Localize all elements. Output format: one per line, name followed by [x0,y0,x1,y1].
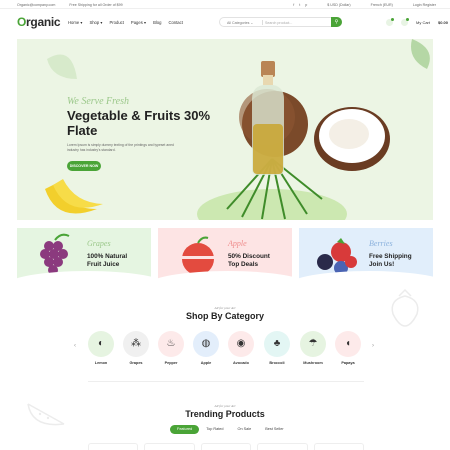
category-label: Apple [200,361,212,365]
promo-script: Apple [228,239,247,248]
facebook-icon[interactable]: f [293,3,294,7]
lemon-icon: ◐ [97,338,105,349]
pinterest-icon[interactable]: p [305,3,307,7]
main-nav: Home ▾ Shop ▾ Product Pages ▾ Blog Conta… [68,20,183,25]
category-label: Lemon [94,361,108,365]
promo-line1: 50% Discount [228,253,270,260]
apple-icon: ◍ [201,338,211,349]
trending-section-title: Trending Products [185,409,265,419]
trending-eyebrow: All for your Art [214,404,236,408]
tab-best-seller[interactable]: Best Seller [258,425,290,434]
promo-script: Grapes [87,239,111,248]
nav-home[interactable]: Home ▾ [68,20,82,25]
wishlist-icon[interactable] [386,18,394,26]
category-prev-arrow[interactable]: ‹ [74,343,76,349]
hero-banner: We Serve Fresh Vegetable & Fruits 30% Fl… [17,39,433,220]
category-item-mushroom[interactable]: ☂ Mushroom [299,331,327,365]
contact-email[interactable]: Organic@company.com [17,3,55,7]
hero-eyebrow: We Serve Fresh [67,96,130,107]
category-item-lemon[interactable]: ◐ Lemon [87,331,115,365]
broccoli-icon: ♣ [273,338,281,349]
category-label: Pepper [164,361,178,365]
promo-line1: Free Shipping [369,253,412,260]
category-label: Grapes [129,361,143,365]
nav-product[interactable]: Product [109,20,123,25]
cart-total: $0.00 [438,20,449,25]
product-card-row [88,443,365,450]
product-card[interactable] [88,443,139,450]
product-card[interactable] [144,443,195,450]
search-input[interactable]: Search product... [265,21,292,25]
tab-on-sale[interactable]: On Sale [231,425,259,434]
login-register-link[interactable]: Login Register [413,3,436,7]
search-divider [262,20,263,25]
discover-now-button[interactable]: DISCOVER NOW [67,161,101,171]
promo-card-apple[interactable]: Apple 50% Discount Top Deals [158,228,292,283]
category-select[interactable]: All Categories ⌄ [227,21,253,25]
papaya-icon: ◖ [344,338,352,349]
chevron-down-icon: ⌄ [250,20,254,25]
promo-line2: Join Us! [369,261,395,268]
search-bar: All Categories ⌄ Search product... ⚲ [219,17,342,27]
category-eyebrow: All for your Art [214,306,236,310]
tab-top-rated[interactable]: Top Rated [199,425,230,434]
header-actions: My Cart $0.00 [386,18,449,26]
top-bar: Organic@company.com Free Shipping for al… [0,0,450,9]
category-label: Broccoli [269,361,285,365]
category-label: Avocado [233,361,249,365]
mushroom-icon: ☂ [308,338,318,349]
shipping-notice: Free Shipping for all Order of $99 [69,2,123,7]
product-card[interactable] [200,443,252,450]
search-button[interactable]: ⚲ [331,17,342,27]
category-label: Papaya [341,361,355,365]
language-select[interactable]: French (EUR) [371,3,393,7]
category-item-papaya[interactable]: ◖ Papaya [334,331,362,365]
main-header: Organic Home ▾ Shop ▾ Product Pages ▾ Bl… [0,9,450,35]
promo-line2: Top Deals [228,261,259,268]
currency-select[interactable]: $ USD (Dollar) [327,3,350,7]
category-item-broccoli[interactable]: ♣ Broccoli [263,331,291,365]
search-icon: ⚲ [334,19,339,25]
promo-script: Berries [369,239,393,248]
category-item-avocado[interactable]: ◉ Avocado [227,331,255,365]
category-next-arrow[interactable]: › [372,343,374,349]
site-logo[interactable]: Organic [17,15,61,29]
category-item-pepper[interactable]: ♨ Pepper [157,331,185,365]
nav-blog[interactable]: Blog [153,20,161,25]
product-card[interactable] [313,443,365,450]
category-item-grapes[interactable]: ⁂ Grapes [122,331,150,365]
promo-line2: Fruit Juice [87,261,120,268]
cart-label[interactable]: My Cart [416,20,430,25]
twitter-icon[interactable]: t [299,3,300,7]
avocado-icon: ◉ [236,338,246,349]
grapes-icon: ⁂ [131,338,141,349]
pepper-icon: ♨ [166,338,176,349]
cart-icon[interactable] [401,18,409,26]
product-tabs: Featured Top Rated On Sale Best Seller [170,425,291,434]
section-divider [88,381,364,382]
social-links: f t p [293,3,307,7]
promo-card-grapes[interactable]: Grapes 100% Natural Fruit Juice [17,228,151,283]
category-section-title: Shop By Category [185,311,264,321]
nav-pages[interactable]: Pages ▾ [131,20,146,25]
hero-description: Lorem Ipsum is simply dummy texting of t… [67,143,174,152]
nav-contact[interactable]: Contact [168,20,182,25]
promo-line1: 100% Natural [87,253,128,260]
category-item-apple[interactable]: ◍ Apple [192,331,220,365]
tab-featured[interactable]: Featured [170,425,200,434]
hero-title: Vegetable & Fruits 30% Flate [67,108,211,138]
product-card[interactable] [257,443,308,450]
category-label: Mushroom [303,361,323,365]
promo-card-berries[interactable]: Berries Free Shipping Join Us! [299,228,433,283]
nav-shop[interactable]: Shop ▾ [89,20,102,25]
